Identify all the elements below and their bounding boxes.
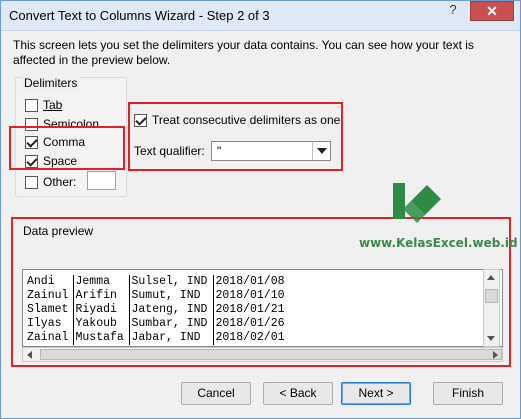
table-cell: 2018/02/01 [215, 331, 285, 344]
chevron-down-icon[interactable] [312, 142, 330, 160]
table-cell: Zainul [25, 289, 74, 303]
other-label: Other: [43, 175, 77, 189]
scroll-down-icon[interactable] [487, 336, 495, 341]
data-preview-pane[interactable]: Andi Jemma Sulsel, IND 2018/01/08 Zainul Arif… [22, 269, 503, 347]
title-bar: Convert Text to Columns Wizard - Step 2 … [1, 1, 520, 31]
wizard-window: Convert Text to Columns Wizard - Step 2 … [0, 0, 521, 419]
semicolon-label: Semicolon [43, 117, 100, 131]
scroll-up-icon[interactable] [487, 275, 495, 280]
other-checkbox[interactable] [25, 175, 38, 189]
delimiter-comma[interactable]: Comma [25, 134, 85, 150]
table-row: Ilyas Yakoub Sumbar, IND 2018/01/26 [25, 317, 303, 331]
preview-vertical-scrollbar[interactable] [483, 269, 500, 347]
watermark-url: www.KelasExcel.web.id [359, 236, 518, 250]
table-cell: Jemma [73, 275, 130, 289]
table-cell: 2018/01/08 [215, 275, 285, 288]
close-button[interactable]: ✕ [470, 1, 514, 21]
intro-text: This screen lets you set the delimiters … [13, 38, 474, 67]
table-cell: Sumut, IND [129, 289, 214, 303]
scroll-left-icon[interactable] [27, 351, 32, 359]
kelasexcel-logo-icon [393, 183, 441, 223]
table-cell: 2018/01/10 [215, 289, 285, 302]
horizontal-scroll-thumb[interactable] [40, 349, 502, 360]
table-cell: 2018/01/21 [215, 303, 285, 316]
table-cell: Arifin [73, 289, 130, 303]
scroll-right-icon[interactable] [493, 351, 498, 359]
table-row: Zainul Arifin Sumut, IND 2018/01/10 [25, 289, 303, 303]
comma-checkbox[interactable] [25, 135, 38, 149]
table-cell: 2018/01/26 [215, 317, 285, 330]
table-row: Zainal Mustafa Jabar, IND 2018/02/01 [25, 331, 303, 345]
text-qualifier-select[interactable]: " [211, 141, 331, 161]
table-cell: Zainal [25, 331, 74, 345]
next-button[interactable]: Next > [341, 382, 411, 405]
text-qualifier-value: " [217, 144, 222, 158]
window-title: Convert Text to Columns Wizard - Step 2 … [9, 8, 270, 23]
table-cell: Andi [25, 275, 74, 289]
consecutive-delimiters-option[interactable]: Treat consecutive delimiters as one [134, 113, 340, 127]
preview-horizontal-scrollbar[interactable] [22, 347, 503, 362]
table-cell: Mustafa [73, 331, 130, 345]
comma-label: Comma [43, 135, 86, 149]
delimiters-group-label: Delimiters [22, 76, 80, 90]
table-cell: Ilyas [25, 317, 74, 331]
table-row: Andi Jemma Sulsel, IND 2018/01/08 [25, 275, 303, 289]
delimiter-semicolon[interactable]: Semicolon [25, 116, 99, 132]
finish-button[interactable]: Finish [433, 382, 503, 405]
delimiter-tab[interactable]: Tab [25, 97, 62, 113]
delimiter-space[interactable]: Space [25, 153, 77, 169]
table-cell: Riyadi [73, 303, 130, 317]
consecutive-label: Treat consecutive delimiters as one [152, 113, 341, 127]
back-button[interactable]: < Back [263, 382, 333, 405]
table-cell: Jateng, IND [129, 303, 214, 317]
consecutive-checkbox[interactable] [134, 113, 147, 127]
space-checkbox[interactable] [25, 154, 38, 168]
cancel-button[interactable]: Cancel [181, 382, 251, 405]
help-button[interactable]: ? [440, 1, 466, 21]
tab-label: Tab [43, 98, 63, 112]
table-cell: Sumbar, IND [129, 317, 214, 331]
data-preview-label: Data preview [23, 224, 94, 238]
other-delimiter-input[interactable] [87, 171, 116, 190]
text-qualifier-label: Text qualifier: [134, 144, 205, 158]
space-label: Space [43, 154, 78, 168]
data-preview-table: Andi Jemma Sulsel, IND 2018/01/08 Zainul Arif… [25, 275, 303, 345]
table-cell: Yakoub [73, 317, 130, 331]
semicolon-checkbox[interactable] [25, 117, 38, 131]
vertical-scroll-thumb[interactable] [485, 289, 498, 303]
delimiter-other[interactable]: Other: [25, 174, 76, 190]
table-row: Slamet Riyadi Jateng, IND 2018/01/21 [25, 303, 303, 317]
table-cell: Jabar, IND [129, 331, 214, 345]
table-cell: Slamet [25, 303, 74, 317]
tab-checkbox[interactable] [25, 98, 38, 112]
table-cell: Sulsel, IND [129, 275, 214, 289]
